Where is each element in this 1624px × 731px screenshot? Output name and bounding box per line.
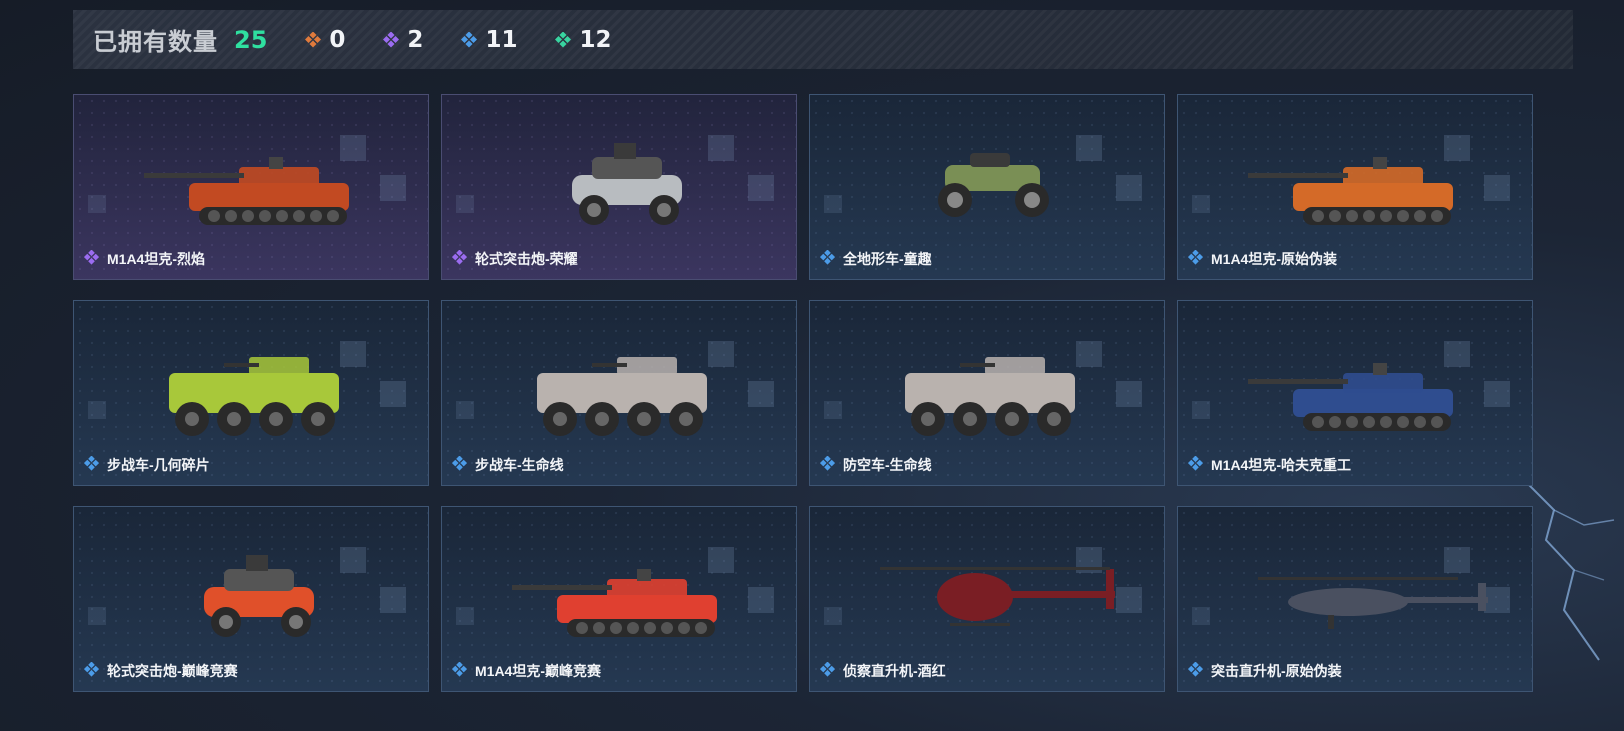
card-label: 步战车-生命线 bbox=[451, 455, 564, 475]
vehicle-skin-name: 侦察直升机-酒红 bbox=[843, 663, 946, 679]
vehicle-skin-card[interactable]: 防空车-生命线 bbox=[809, 300, 1165, 486]
vehicle-skin-name: 全地形车-童趣 bbox=[843, 251, 932, 267]
purple-diamond-icon bbox=[383, 31, 400, 48]
blue-diamond-icon bbox=[461, 31, 478, 48]
vehicle-skin-card[interactable]: 步战车-生命线 bbox=[441, 300, 797, 486]
vehicle-skin-card[interactable]: M1A4坦克-烈焰 bbox=[73, 94, 429, 280]
vehicle-skin-name: 突击直升机-原始伪装 bbox=[1211, 663, 1342, 679]
card-label: M1A4坦克-巅峰竞赛 bbox=[451, 661, 602, 681]
rarity-count-3: 12 bbox=[555, 27, 611, 53]
scout-heli-image bbox=[880, 567, 1115, 626]
purple-diamond-icon bbox=[83, 249, 100, 268]
tank-image bbox=[1248, 363, 1453, 431]
card-label: 全地形车-童趣 bbox=[819, 249, 932, 269]
atv-image bbox=[938, 153, 1049, 217]
green-diamond-icon bbox=[555, 31, 572, 48]
vehicle-skin-card[interactable]: M1A4坦克-哈夫克重工 bbox=[1177, 300, 1533, 486]
vehicle-skin-card[interactable]: 轮式突击炮-巅峰竞赛 bbox=[73, 506, 429, 692]
blue-diamond-icon bbox=[83, 661, 100, 680]
card-label: 侦察直升机-酒红 bbox=[819, 661, 946, 681]
ifv-image bbox=[537, 357, 707, 436]
vehicle-skin-card[interactable]: 突击直升机-原始伪装 bbox=[1177, 506, 1533, 692]
blue-diamond-icon bbox=[819, 455, 836, 474]
ifv-image bbox=[905, 357, 1075, 436]
vehicle-skin-card[interactable]: 轮式突击炮-荣耀 bbox=[441, 94, 797, 280]
owned-count-total: 25 bbox=[234, 25, 268, 54]
vehicle-skin-name: 步战车-生命线 bbox=[475, 457, 564, 473]
vehicle-skin-card[interactable]: 侦察直升机-酒红 bbox=[809, 506, 1165, 692]
orange-diamond-icon bbox=[305, 31, 322, 48]
blue-diamond-icon bbox=[451, 455, 468, 474]
owned-count-bar: 已拥有数量 25 0 2 11 12 bbox=[73, 10, 1573, 69]
vehicle-skin-name: M1A4坦克-原始伪装 bbox=[1211, 251, 1338, 267]
card-label: M1A4坦克-原始伪装 bbox=[1187, 249, 1338, 269]
vehicle-skin-name: 轮式突击炮-巅峰竞赛 bbox=[107, 663, 238, 679]
vehicle-skin-card[interactable]: M1A4坦克-巅峰竞赛 bbox=[441, 506, 797, 692]
blue-diamond-icon bbox=[1187, 661, 1204, 680]
vehicle-skin-name: 步战车-几何碎片 bbox=[107, 457, 210, 473]
rarity-count-0: 0 bbox=[305, 27, 345, 53]
card-label: M1A4坦克-哈夫克重工 bbox=[1187, 455, 1352, 475]
blue-diamond-icon bbox=[1187, 455, 1204, 474]
rarity-count-value: 0 bbox=[329, 26, 346, 53]
rarity-count-1: 2 bbox=[383, 27, 423, 53]
vehicle-skin-name: 轮式突击炮-荣耀 bbox=[475, 251, 578, 267]
owned-count-label: 已拥有数量 bbox=[93, 29, 218, 56]
vehicle-skin-card[interactable]: M1A4坦克-原始伪装 bbox=[1177, 94, 1533, 280]
blue-diamond-icon bbox=[1187, 249, 1204, 268]
rarity-count-value: 2 bbox=[407, 26, 424, 53]
card-label: 轮式突击炮-荣耀 bbox=[451, 249, 578, 269]
ifv-image bbox=[169, 357, 339, 436]
rarity-count-2: 11 bbox=[461, 27, 517, 53]
vehicle-skin-name: M1A4坦克-巅峰竞赛 bbox=[475, 663, 602, 679]
buggy-image bbox=[572, 143, 682, 225]
vehicle-skin-name: M1A4坦克-哈夫克重工 bbox=[1211, 457, 1352, 473]
rarity-count-value: 12 bbox=[579, 26, 612, 53]
tank-image bbox=[512, 569, 717, 637]
card-label: 防空车-生命线 bbox=[819, 455, 932, 475]
blue-diamond-icon bbox=[451, 661, 468, 680]
card-label: M1A4坦克-烈焰 bbox=[83, 249, 206, 269]
vehicle-skin-name: 防空车-生命线 bbox=[843, 457, 932, 473]
blue-diamond-icon bbox=[819, 249, 836, 268]
blue-diamond-icon bbox=[819, 661, 836, 680]
card-label: 轮式突击炮-巅峰竞赛 bbox=[83, 661, 238, 681]
tank-image bbox=[1248, 157, 1453, 225]
buggy-image bbox=[204, 555, 314, 637]
vehicle-skin-card[interactable]: 全地形车-童趣 bbox=[809, 94, 1165, 280]
vehicle-skin-card[interactable]: 步战车-几何碎片 bbox=[73, 300, 429, 486]
card-label: 步战车-几何碎片 bbox=[83, 455, 210, 475]
attack-heli-image bbox=[1258, 577, 1488, 629]
card-label: 突击直升机-原始伪装 bbox=[1187, 661, 1342, 681]
rarity-count-value: 11 bbox=[485, 26, 518, 53]
tank-image bbox=[144, 157, 349, 225]
purple-diamond-icon bbox=[451, 249, 468, 268]
vehicle-skin-name: M1A4坦克-烈焰 bbox=[107, 251, 206, 267]
blue-diamond-icon bbox=[83, 455, 100, 474]
